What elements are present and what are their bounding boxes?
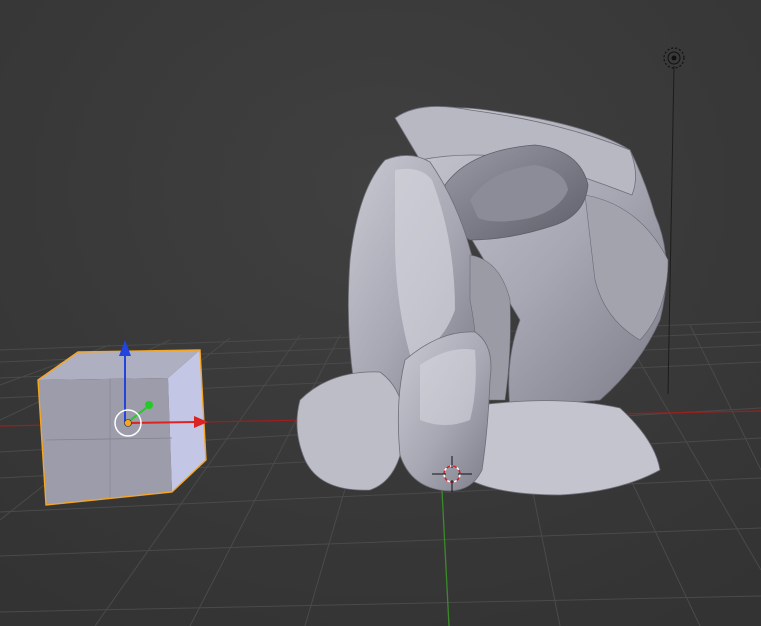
3d-viewport[interactable] xyxy=(0,0,761,626)
gizmo-y-handle[interactable] xyxy=(145,401,153,409)
object-origin-icon xyxy=(124,419,132,427)
viewport-canvas[interactable] xyxy=(0,0,761,626)
cube-object[interactable] xyxy=(37,349,207,506)
gizmo-x-axis[interactable] xyxy=(127,421,197,424)
